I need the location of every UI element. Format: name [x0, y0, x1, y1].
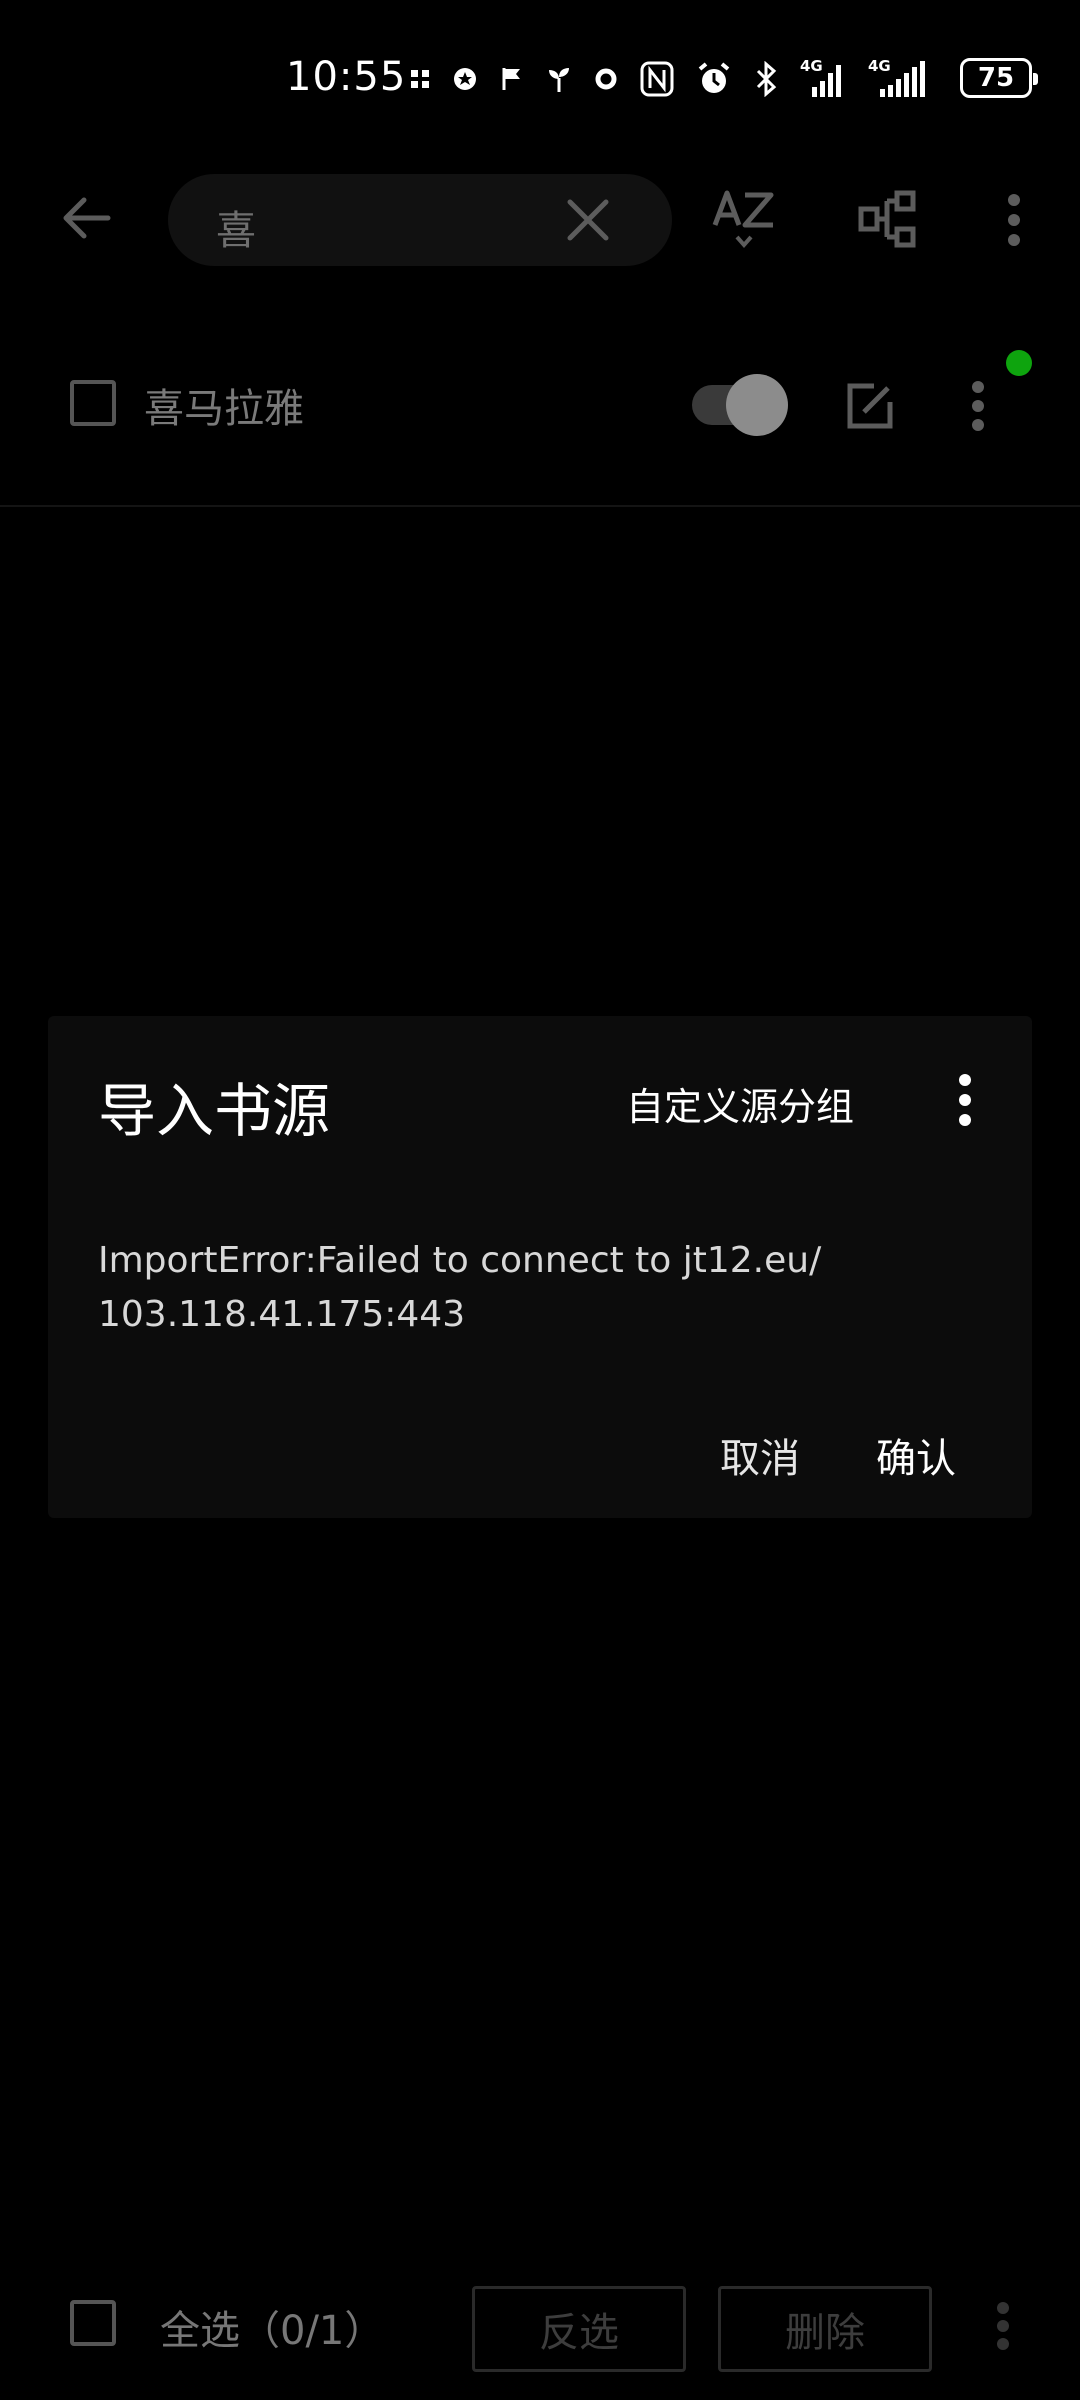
custom-group-button[interactable]: 自定义源分组 — [626, 1076, 854, 1131]
status-icons: 4G 4G — [410, 57, 934, 100]
bluetooth-icon — [756, 61, 777, 97]
search-input[interactable]: 喜 — [216, 198, 256, 256]
confirm-button[interactable]: 确认 — [876, 1426, 956, 1484]
back-button[interactable] — [52, 184, 120, 252]
alarm-icon — [698, 62, 730, 93]
ring-icon — [595, 68, 617, 90]
import-dialog: 导入书源 自定义源分组 ImportError:Failed to connec… — [48, 1016, 1032, 1518]
dialog-more-button[interactable] — [954, 1070, 976, 1130]
invert-selection-button[interactable]: 反选 — [472, 2286, 686, 2372]
dialog-title: 导入书源 — [98, 1077, 331, 1145]
list-item[interactable]: 喜马拉雅 — [0, 340, 1080, 470]
battery-icon: 75 — [960, 58, 1038, 98]
nfc-icon — [640, 61, 674, 97]
badge-icon — [454, 68, 476, 90]
sort-button[interactable] — [708, 184, 780, 256]
item-checkbox[interactable] — [70, 380, 116, 426]
bottom-more-button[interactable] — [988, 2296, 1018, 2356]
select-all-checkbox[interactable] — [70, 2300, 116, 2346]
arrow-left-icon — [63, 197, 111, 239]
more-button[interactable] — [996, 184, 1032, 256]
status-dot — [1006, 350, 1032, 376]
bottom-bar: 全选（0/1） 反选 删除 — [0, 2260, 1080, 2380]
flag-icon — [502, 68, 520, 90]
cancel-button[interactable]: 取消 — [720, 1426, 800, 1484]
edit-button[interactable] — [840, 376, 900, 436]
divider — [0, 505, 1080, 507]
clear-search-button[interactable] — [560, 192, 616, 248]
select-all-label[interactable]: 全选（0/1） — [160, 2298, 384, 2356]
grid-icon — [411, 70, 429, 88]
status-time: 10:55 — [286, 54, 407, 100]
delete-button[interactable]: 删除 — [718, 2286, 932, 2372]
hierarchy-icon — [858, 190, 916, 248]
more-vertical-icon — [997, 2302, 1009, 2350]
dialog-message: ImportError:Failed to connect to jt12.eu… — [98, 1240, 822, 1335]
group-button[interactable] — [852, 184, 924, 256]
sort-az-icon — [712, 190, 774, 249]
more-vertical-icon — [972, 381, 984, 431]
signal-icon-1: 4G — [800, 57, 846, 99]
sprout-icon — [549, 68, 569, 92]
edit-icon — [847, 383, 893, 429]
more-vertical-icon — [959, 1074, 971, 1126]
search-box[interactable]: 喜 — [168, 174, 672, 266]
status-bar: 10:55 4G 4G 75 — [0, 0, 1080, 150]
more-vertical-icon — [1008, 194, 1020, 246]
close-icon — [567, 199, 609, 241]
toggle-knob[interactable] — [726, 374, 788, 436]
signal-icon-2: 4G — [868, 57, 934, 99]
battery-level: 75 — [977, 63, 1015, 93]
item-label: 喜马拉雅 — [144, 386, 304, 432]
item-more-button[interactable] — [960, 376, 996, 436]
